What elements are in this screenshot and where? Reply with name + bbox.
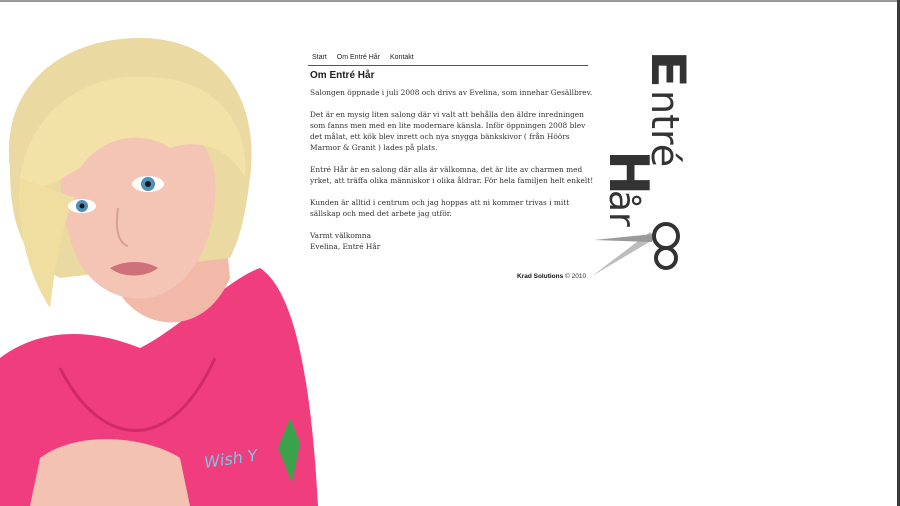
main-nav: Start Om Entré Hår Kontakt	[308, 52, 588, 66]
portrait-image: Wish Y	[0, 38, 318, 506]
signoff: Varmt välkomna Evelina, Entré Hår	[310, 230, 594, 252]
footer-credit: Krad Solutions © 2010	[517, 273, 586, 280]
svg-text:år: år	[601, 190, 642, 227]
nav-start[interactable]: Start	[312, 52, 327, 65]
footer-copyright: © 2010	[565, 273, 587, 280]
footer-company[interactable]: Krad Solutions	[517, 273, 563, 280]
main-content: Om Entré Hår Salongen öppnade i juli 200…	[310, 70, 594, 263]
paragraph-3: Entré Hår är en salong där alla är välko…	[310, 165, 594, 185]
paragraph-4: Kunden är alltid i centrum och jag hoppa…	[310, 198, 570, 218]
entre-har-logo: E ntré H år	[592, 50, 695, 276]
signoff-line-2: Evelina, Entré Hår	[310, 242, 381, 251]
page-title: Om Entré Hår	[310, 70, 375, 81]
svg-text:E: E	[640, 50, 695, 88]
svg-text:H: H	[597, 150, 660, 195]
paragraph-2: Det är en mysig liten salong där vi valt…	[310, 110, 586, 152]
nav-om-entre-har[interactable]: Om Entré Hår	[337, 52, 380, 65]
signoff-line-1: Varmt välkomna	[310, 231, 371, 240]
nav-kontakt[interactable]: Kontakt	[390, 52, 414, 65]
top-border	[0, 0, 900, 2]
paragraph-1: Salongen öppnade i juli 2008 och drivs a…	[310, 88, 593, 97]
